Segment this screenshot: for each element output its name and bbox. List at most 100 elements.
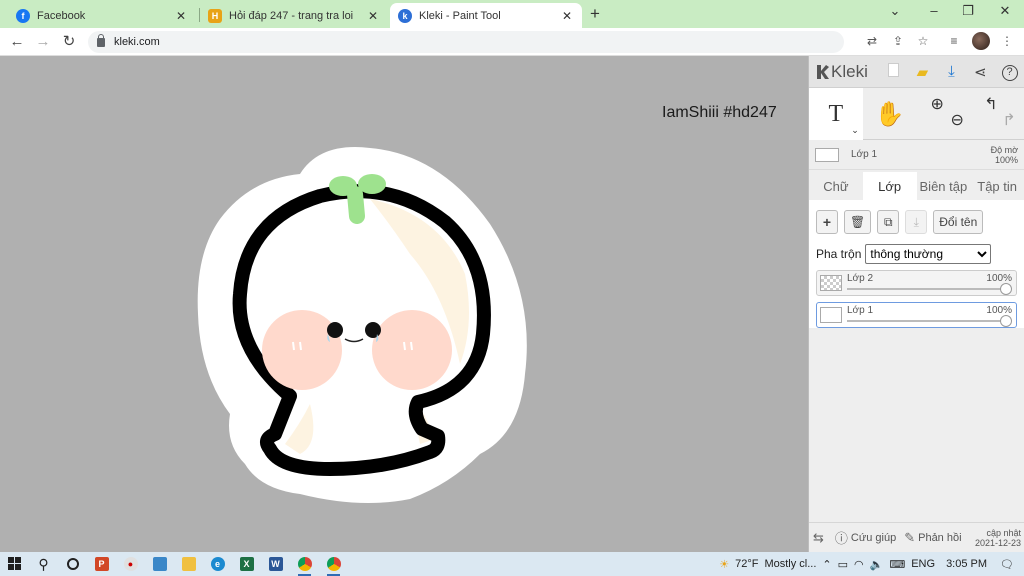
close-icon[interactable]: ✕ <box>174 9 188 23</box>
hand-tool-button[interactable]: ✋ <box>863 88 917 140</box>
edge-app[interactable]: e <box>203 552 232 576</box>
speaker-icon[interactable]: 🔈 <box>870 558 884 571</box>
reload-button[interactable]: ↻ <box>60 33 78 51</box>
excel-app[interactable]: X <box>232 552 261 576</box>
chrome-app[interactable] <box>290 552 319 576</box>
help-icon[interactable]: ? <box>995 62 1024 81</box>
chrome-app-2[interactable] <box>319 552 348 576</box>
drawing-canvas[interactable]: IamShiii #hd247 <box>0 56 808 552</box>
clock[interactable]: 3:05 PM <box>946 558 987 570</box>
opacity-slider-track[interactable] <box>847 320 1006 322</box>
forward-button[interactable]: → <box>34 33 52 51</box>
layer-thumbnail <box>820 275 842 291</box>
file-explorer-app[interactable] <box>174 552 203 576</box>
translate-icon[interactable]: ⇄ <box>864 34 880 48</box>
feedback-button[interactable]: ✎ Phản hồi <box>900 530 965 546</box>
opacity-slider-handle[interactable] <box>1000 283 1012 295</box>
menu-icon[interactable]: ⋮ <box>999 34 1015 48</box>
notification-icon[interactable]: 🗨 <box>1000 558 1014 571</box>
cortana-button[interactable] <box>58 552 87 576</box>
monitor-app[interactable] <box>145 552 174 576</box>
minimize-button[interactable]: – <box>924 3 944 18</box>
zoom-out-icon[interactable]: ⊖ <box>951 110 964 130</box>
update-info[interactable]: cập nhật 2021-12-23 <box>975 528 1024 548</box>
tab-facebook[interactable]: f Facebook ✕ <box>8 3 196 28</box>
back-button[interactable]: ← <box>8 33 26 51</box>
opacity-slider-track[interactable] <box>847 288 1006 290</box>
close-icon[interactable]: ✕ <box>560 9 574 23</box>
panel-footer: ⇆ ⓘ Cứu giúp ✎ Phản hồi cập nhật 2021-12… <box>809 522 1024 552</box>
merge-layer-button[interactable]: ⤓ <box>905 210 928 234</box>
new-tab-button[interactable]: + <box>590 4 600 24</box>
chevron-up-icon[interactable]: ⌃ <box>822 558 831 571</box>
weather-text[interactable]: Mostly cl... <box>764 558 816 570</box>
feedback-icon: ✎ <box>904 529 916 545</box>
profile-avatar[interactable] <box>972 32 990 50</box>
blend-mode-label: Pha trộn <box>816 247 862 261</box>
search-button[interactable]: ⚲ <box>29 552 58 576</box>
chevron-down-icon[interactable]: ⌄ <box>851 125 859 136</box>
layer-item[interactable]: Lớp 2 100% <box>816 270 1017 296</box>
share-icon[interactable]: ⋖ <box>966 63 995 81</box>
start-button[interactable] <box>0 552 29 576</box>
trash-icon: 🗑 <box>850 215 866 229</box>
url-text: kleki.com <box>114 36 160 48</box>
hoidap-icon: H <box>208 8 222 23</box>
excel-icon: X <box>239 557 254 571</box>
reading-list-icon[interactable]: ≡ <box>946 34 962 48</box>
tab-search-icon[interactable]: ⌄ <box>885 3 905 19</box>
opacity-label: Độ mờ <box>990 144 1018 155</box>
duplicate-layer-button[interactable]: ⧉ <box>877 210 900 234</box>
chrome-icon <box>297 557 312 571</box>
plus-icon: + <box>822 214 832 230</box>
network-icon[interactable]: ◠ <box>854 558 864 571</box>
cortana-circle-icon <box>66 558 79 570</box>
rename-layer-button[interactable]: Đổi tên <box>933 210 984 234</box>
opacity-slider-handle[interactable] <box>1000 315 1012 327</box>
recorder-app[interactable]: ● <box>116 552 145 576</box>
address-bar[interactable]: kleki.com <box>88 31 844 53</box>
close-icon[interactable]: ✕ <box>366 9 380 23</box>
redo-icon[interactable]: ↱ <box>1002 110 1015 130</box>
windows-taskbar: ⚲ P ● e X W ☀ 72°F Mostly cl... ⌃ ▭ ◠ 🔈 … <box>0 552 1024 576</box>
tab-file[interactable]: Tập tin <box>970 172 1024 200</box>
close-window-button[interactable]: ✕ <box>995 3 1015 19</box>
record-icon: ● <box>123 557 138 571</box>
swap-side-button[interactable]: ⇆ <box>809 530 831 546</box>
text-tool-button[interactable]: T ⌄ <box>809 88 863 140</box>
layers-tab-body: + 🗑 ⧉ ⤓ Đổi tên Pha trộn thông thường Lớ… <box>809 200 1024 328</box>
delete-layer-button[interactable]: 🗑 <box>844 210 872 234</box>
zoom-buttons: ⊕ ⊖ <box>917 88 971 140</box>
weather-icon[interactable]: ☀ <box>719 558 729 571</box>
undo-icon[interactable]: ↰ <box>984 94 997 114</box>
windows-logo-icon <box>7 557 21 570</box>
add-layer-button[interactable]: + <box>816 210 838 234</box>
tab-text[interactable]: Chữ <box>809 172 863 200</box>
layer-thumbnail <box>815 147 839 162</box>
merge-down-icon: ⤓ <box>913 214 919 229</box>
download-icon[interactable]: ⤓ <box>937 63 966 80</box>
zoom-in-icon[interactable]: ⊕ <box>931 94 944 114</box>
folder-icon <box>181 557 196 571</box>
new-image-icon[interactable] <box>879 62 908 81</box>
open-folder-icon[interactable]: ▰ <box>908 63 937 81</box>
weather-temp[interactable]: 72°F <box>735 558 758 570</box>
blend-mode-select[interactable]: thông thường <box>865 244 992 264</box>
tab-kleki[interactable]: k Kleki - Paint Tool ✕ <box>390 3 582 28</box>
layer-opacity: 100% <box>986 305 1012 316</box>
kleki-logo[interactable]: Kleki <box>815 62 879 82</box>
language-indicator[interactable]: ENG <box>911 558 935 570</box>
tab-layers[interactable]: Lớp <box>862 172 917 200</box>
sticker-drawing <box>197 147 527 504</box>
tab-edit[interactable]: Biên tập <box>917 172 971 200</box>
powerpoint-app[interactable]: P <box>87 552 116 576</box>
tab-hoidap[interactable]: H Hỏi đáp 247 - trang tra loi ✕ <box>200 3 388 28</box>
word-app[interactable]: W <box>261 552 290 576</box>
share-icon[interactable]: ⇪ <box>890 34 906 48</box>
layer-item[interactable]: Lớp 1 100% <box>816 302 1017 328</box>
bookmark-star-icon[interactable]: ☆ <box>915 34 931 48</box>
restore-button[interactable]: ❐ <box>958 3 978 19</box>
keyboard-icon[interactable]: ⌨ <box>889 558 905 571</box>
battery-icon[interactable]: ▭ <box>838 558 848 571</box>
help-button[interactable]: ⓘ Cứu giúp <box>831 528 900 547</box>
